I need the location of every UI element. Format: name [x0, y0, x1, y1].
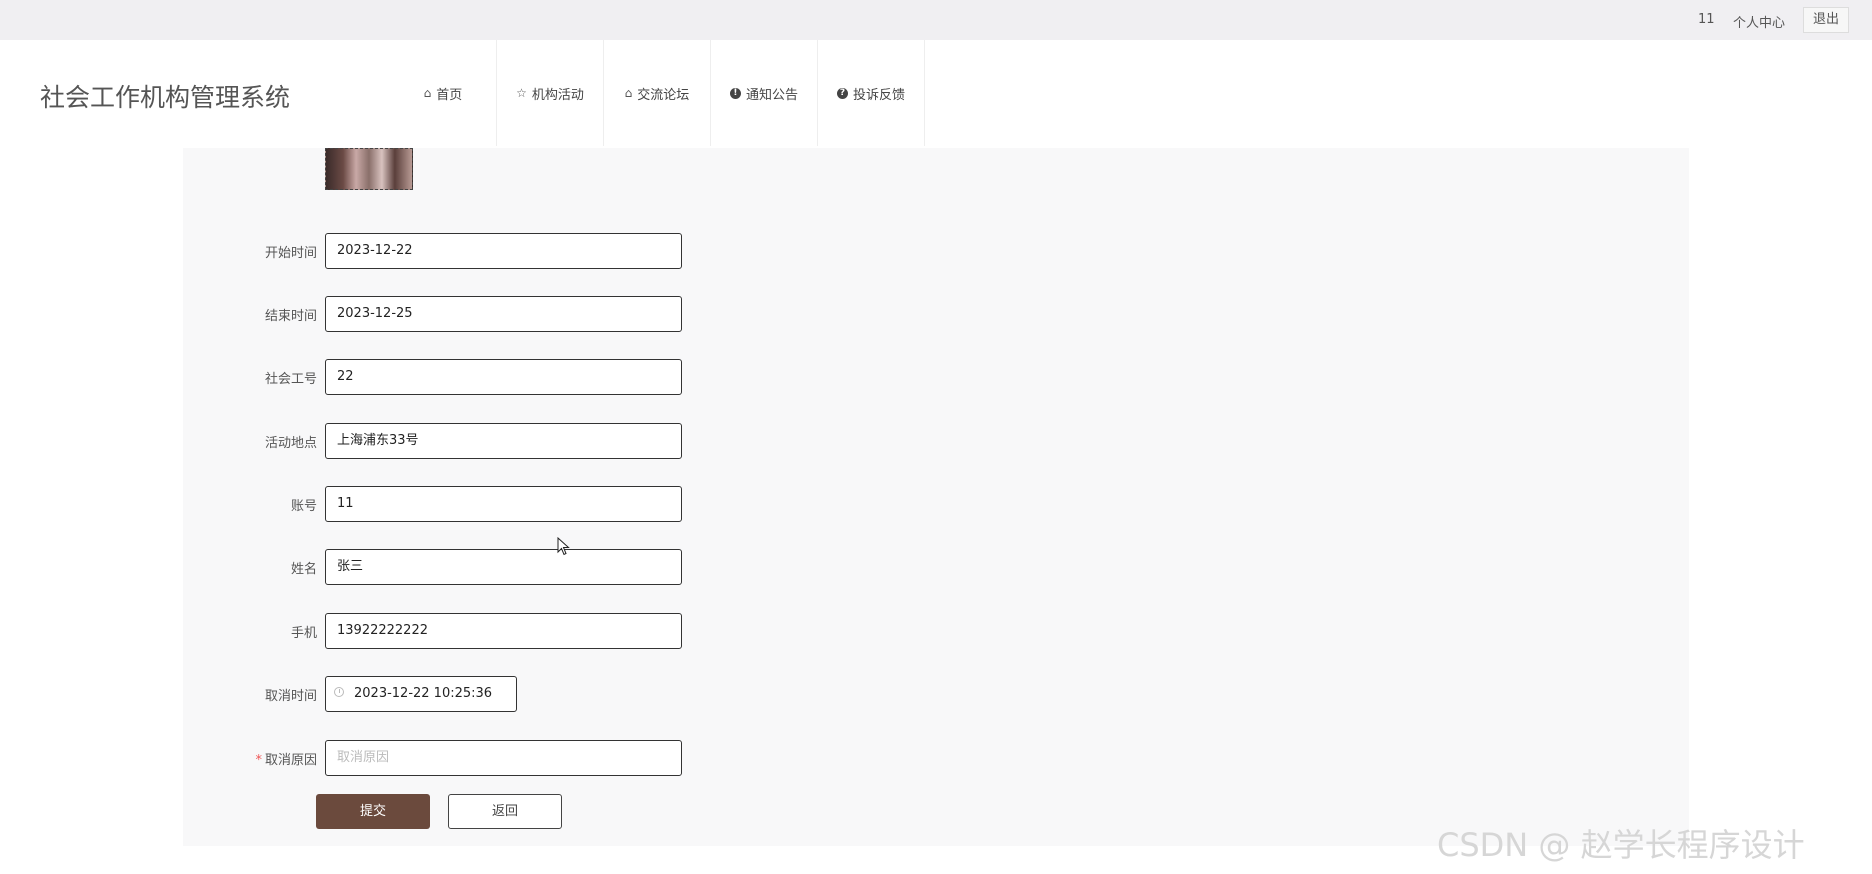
- field-label: 社会工号: [264, 372, 317, 387]
- location-input[interactable]: 上海浦东33号: [325, 423, 682, 459]
- back-button[interactable]: 返回: [448, 794, 562, 829]
- form-row-cancel-reason: * 取消原因 取消原因: [183, 740, 783, 776]
- field-label: 取消时间: [264, 689, 317, 704]
- nav-item-activities[interactable]: ☆ 机构活动: [497, 40, 604, 146]
- field-label: * 取消原因: [255, 749, 317, 768]
- submit-button[interactable]: 提交: [316, 794, 430, 829]
- question-icon: ?: [836, 87, 848, 99]
- form-row-account: 账号 11: [183, 486, 783, 522]
- form-row-start-time: 开始时间 2023-12-22: [183, 233, 783, 269]
- watermark: CSDN @ 赵学长程序设计: [1437, 826, 1805, 864]
- bag-icon: ⌂: [624, 86, 633, 100]
- name-input[interactable]: 张三: [325, 549, 682, 585]
- logout-button[interactable]: 退出: [1803, 7, 1849, 33]
- alert-icon: !: [729, 87, 741, 99]
- social-id-input[interactable]: 22: [325, 359, 682, 395]
- end-time-input[interactable]: 2023-12-25: [325, 296, 682, 332]
- form-row-location: 活动地点 上海浦东33号: [183, 423, 783, 459]
- required-mark: *: [255, 753, 262, 768]
- nav-item-feedback[interactable]: ? 投诉反馈: [818, 40, 925, 146]
- cancel-reason-input[interactable]: 取消原因: [325, 740, 682, 776]
- form-row-social-id: 社会工号 22: [183, 359, 783, 395]
- form-row-name: 姓名 张三: [183, 549, 783, 585]
- clock-icon: [334, 687, 344, 697]
- star-icon: ☆: [516, 86, 527, 100]
- top-bar: 11 个人中心 退出: [0, 0, 1872, 40]
- profile-link[interactable]: 个人中心: [1733, 12, 1785, 31]
- nav-item-home[interactable]: ⌂ 首页: [390, 40, 497, 146]
- field-label: 手机: [290, 626, 317, 641]
- site-title: 社会工作机构管理系统: [40, 83, 291, 112]
- field-label-text: 取消原因: [264, 753, 317, 768]
- nav-label: 投诉反馈: [852, 87, 905, 103]
- nav-item-forum[interactable]: ⌂ 交流论坛: [604, 40, 711, 146]
- home-icon: ⌂: [423, 86, 432, 100]
- nav-label: 通知公告: [745, 87, 798, 103]
- form-row-end-time: 结束时间 2023-12-25: [183, 296, 783, 332]
- username-label: 11: [1698, 12, 1715, 27]
- field-label: 姓名: [290, 562, 317, 577]
- nav-item-notices[interactable]: ! 通知公告: [711, 40, 818, 146]
- field-label: 结束时间: [264, 309, 317, 324]
- mouse-cursor-icon: [557, 537, 570, 556]
- account-input[interactable]: 11: [325, 486, 682, 522]
- cancel-time-picker[interactable]: 2023-12-22 10:25:36: [325, 676, 517, 712]
- nav-label: 交流论坛: [637, 87, 690, 103]
- field-label: 账号: [290, 499, 317, 514]
- nav-label: 首页: [436, 87, 463, 103]
- start-time-input[interactable]: 2023-12-22: [325, 233, 682, 269]
- activity-image-thumbnail[interactable]: [325, 148, 413, 190]
- form-row-cancel-time: 取消时间 2023-12-22 10:25:36: [183, 676, 783, 712]
- form-row-phone: 手机 13922222222: [183, 613, 783, 649]
- main-nav: ⌂ 首页 ☆ 机构活动 ⌂ 交流论坛 ! 通知公告 ? 投诉反馈: [390, 40, 925, 146]
- field-label: 活动地点: [264, 436, 317, 451]
- site-header: 社会工作机构管理系统 ⌂ 首页 ☆ 机构活动 ⌂ 交流论坛 ! 通知公告 ? 投…: [0, 40, 1872, 146]
- nav-label: 机构活动: [531, 87, 584, 103]
- field-label: 开始时间: [264, 246, 317, 261]
- phone-input[interactable]: 13922222222: [325, 613, 682, 649]
